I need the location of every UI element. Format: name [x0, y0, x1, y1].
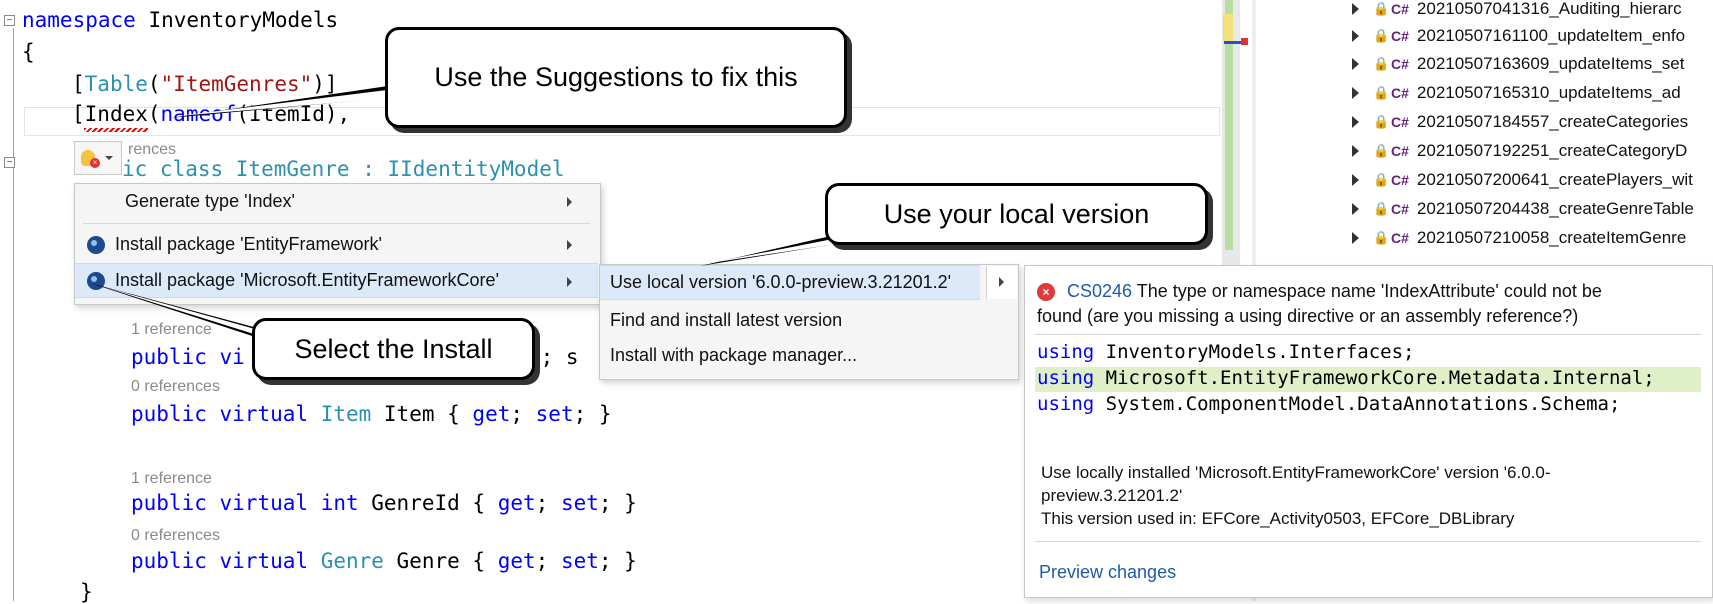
callout-select-install: Select the Install — [252, 318, 535, 380]
callout-pointers — [90, 85, 860, 345]
callout-suggestions: Use the Suggestions to fix this — [385, 27, 847, 128]
callout-local-version: Use your local version — [825, 183, 1208, 245]
callout-pointer — [178, 89, 416, 116]
